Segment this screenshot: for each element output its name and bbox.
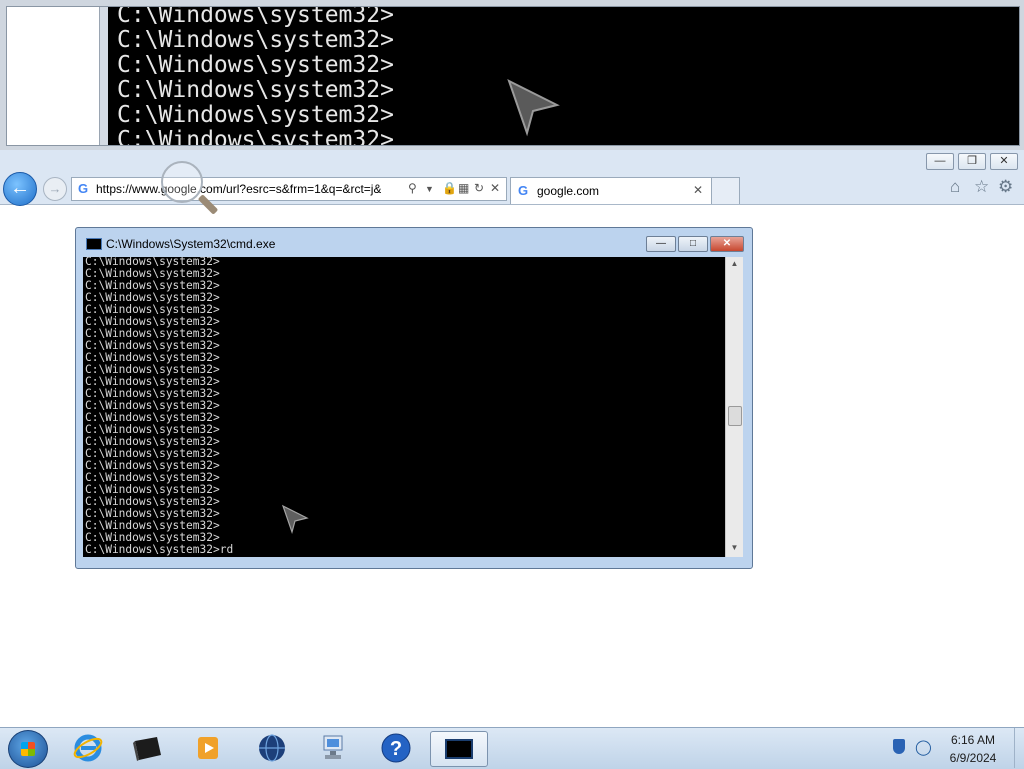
mouse-cursor-icon xyxy=(507,79,560,137)
network-computer-icon xyxy=(323,735,343,759)
tools-gear-icon[interactable]: ⚙ xyxy=(998,177,1013,197)
home-icon[interactable]: ⌂ xyxy=(950,177,960,197)
magnifier-left-area xyxy=(7,7,100,145)
magnifier-console-line: C:\Windows\system32> xyxy=(117,27,394,53)
taskbar-windows-media-player[interactable] xyxy=(186,731,230,765)
magnifier-lens-icon xyxy=(161,161,203,203)
lock-icon[interactable]: 🔒 xyxy=(442,181,457,195)
back-arrow-icon: ← xyxy=(10,177,30,199)
taskbar-internet-explorer[interactable] xyxy=(66,731,110,765)
cmd-console-text: C:\Windows\system32> C:\Windows\system32>… xyxy=(85,257,233,556)
cmd-vertical-scrollbar[interactable]: ▲ ▼ xyxy=(725,257,743,557)
show-desktop-button[interactable] xyxy=(1014,728,1024,768)
svg-text:?: ? xyxy=(390,738,402,760)
magnifier-view: C:\Windows\system32> C:\Windows\system32>… xyxy=(6,6,1020,146)
magnifier-console-line: C:\Windows\system32> xyxy=(117,6,394,28)
dropdown-arrow-icon[interactable]: ▼ xyxy=(425,184,434,194)
browser-minimize-button[interactable]: — xyxy=(926,153,954,170)
back-button[interactable]: ← xyxy=(3,172,37,206)
start-button[interactable] xyxy=(8,730,48,768)
cmd-maximize-button[interactable]: □ xyxy=(678,236,708,252)
address-url-text[interactable]: https://www.google.com/url?esrc=s&frm=1&… xyxy=(96,182,381,196)
scroll-down-arrow-icon[interactable]: ▼ xyxy=(726,543,743,555)
browser-caption-bar xyxy=(0,150,1024,170)
cmd-window[interactable]: C:\Windows\System32\cmd.exe — □ ✕ C:\Win… xyxy=(75,227,753,569)
forward-arrow-icon: → xyxy=(48,181,62,196)
favorites-star-icon[interactable]: ☆ xyxy=(974,177,989,197)
console-line: C:\Windows\system32>rd xyxy=(85,543,234,556)
google-favicon-icon: G xyxy=(78,181,89,196)
internet-explorer-icon xyxy=(73,734,103,762)
console-icon xyxy=(86,238,102,250)
windows-logo-icon xyxy=(21,742,35,756)
cmd-close-button[interactable]: ✕ xyxy=(710,236,744,252)
magnifier-console-text: C:\Windows\system32> C:\Windows\system32>… xyxy=(117,6,394,146)
clock-time[interactable]: 6:16 AM xyxy=(938,733,1008,747)
google-favicon-icon: G xyxy=(518,183,529,198)
magnifier-console-line: C:\Windows\system32> xyxy=(117,102,394,128)
forward-button[interactable]: → xyxy=(43,177,67,201)
console-icon xyxy=(445,739,473,759)
browser-close-button[interactable]: ✕ xyxy=(990,153,1018,170)
mouse-cursor-icon xyxy=(281,504,309,534)
clock-date[interactable]: 6/9/2024 xyxy=(938,751,1008,765)
address-bar[interactable]: G https://www.google.com/url?esrc=s&frm=… xyxy=(71,177,507,201)
browser-restore-button[interactable]: ❐ xyxy=(958,153,986,170)
network-tray-icon[interactable]: ◯ xyxy=(915,738,932,756)
taskbar-cmd[interactable] xyxy=(430,731,488,767)
media-device-icon xyxy=(133,737,161,761)
tab-google[interactable]: G google.com ✕ xyxy=(510,177,712,204)
scroll-up-arrow-icon[interactable]: ▲ xyxy=(726,259,743,271)
magnifier-window-border xyxy=(100,7,108,145)
globe-icon xyxy=(259,734,285,762)
action-center-shield-icon[interactable] xyxy=(893,739,905,754)
refresh-icon[interactable]: ↻ xyxy=(474,181,484,195)
tab-close-icon[interactable]: ✕ xyxy=(693,183,703,197)
search-icon[interactable]: ⚲ xyxy=(408,181,417,195)
taskbar-help[interactable]: ? xyxy=(374,731,418,765)
tab-title: google.com xyxy=(537,184,600,198)
magnifier-console-line: C:\Windows\system32> xyxy=(117,77,394,103)
taskbar-network-computer[interactable] xyxy=(312,731,356,765)
compatibility-view-icon[interactable]: ▦ xyxy=(458,181,469,195)
scrollbar-thumb[interactable] xyxy=(728,406,742,426)
taskbar-media-device[interactable] xyxy=(126,731,170,765)
stop-icon[interactable]: ✕ xyxy=(490,181,500,195)
magnifier-panel: C:\Windows\system32> C:\Windows\system32>… xyxy=(0,0,1024,150)
media-player-icon xyxy=(198,737,218,759)
magnifier-console-line: C:\Windows\system32> xyxy=(117,127,394,146)
magnifier-console-line: C:\Windows\system32> xyxy=(117,52,394,78)
cmd-console-area[interactable]: C:\Windows\system32> C:\Windows\system32>… xyxy=(83,257,725,557)
taskbar-globe[interactable] xyxy=(250,731,294,765)
help-icon: ? xyxy=(381,733,411,763)
cmd-minimize-button[interactable]: — xyxy=(646,236,676,252)
cmd-window-title: C:\Windows\System32\cmd.exe xyxy=(106,237,276,251)
new-tab-button[interactable] xyxy=(711,177,740,204)
